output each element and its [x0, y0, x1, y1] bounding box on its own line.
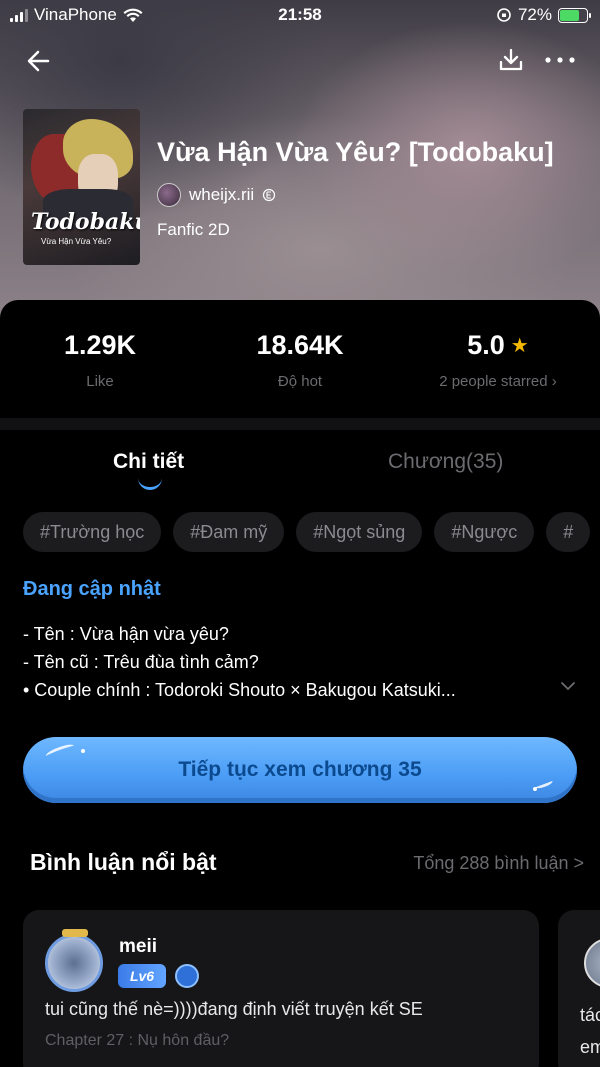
tab-chapters[interactable]: Chương(35)	[388, 450, 503, 474]
comment-text: tui cũng thế nè=))))đang định viết truyệ…	[45, 999, 423, 1019]
more-options-icon[interactable]	[544, 48, 576, 72]
author-row[interactable]: wheijx.rii	[157, 183, 276, 207]
likes-label: Like	[86, 373, 114, 390]
button-sparkle	[81, 749, 85, 753]
description-line: - Tên cũ : Trêu đùa tình cảm?	[23, 652, 259, 672]
orientation-lock-icon	[497, 8, 511, 22]
cover-subtitle: Vừa Hận Vừa Yêu?	[41, 237, 112, 246]
comment-chapter[interactable]: Chapter 27 : Nụ hôn đầu?	[45, 1032, 229, 1050]
avatar[interactable]	[45, 929, 103, 992]
battery-percent: 72%	[517, 5, 552, 24]
tag-list: #Trường học #Đam mỹ #Ngọt sủng #Ngược #	[23, 512, 600, 552]
continue-reading-label: Tiếp tục xem chương 35	[178, 758, 422, 781]
tag-item[interactable]: #Trường học	[23, 512, 162, 552]
comment-text: tác em	[580, 999, 600, 1063]
avatar-frame-crown	[62, 929, 88, 937]
button-sparkle	[533, 787, 537, 791]
status-right: 72%	[496, 5, 591, 25]
comments-total-link[interactable]: Tổng 288 bình luận >	[413, 853, 584, 874]
chevron-down-icon[interactable]	[559, 679, 577, 693]
author-avatar[interactable]	[157, 183, 181, 207]
continue-reading-button[interactable]: Tiếp tục xem chương 35	[23, 737, 577, 803]
tag-item[interactable]: #Đam mỹ	[173, 512, 285, 552]
stat-hot: 18.64K Độ hot	[200, 330, 400, 390]
book-title: Vừa Hận Vừa Yêu? [Todobaku]	[157, 137, 554, 167]
medal-badge-icon	[175, 964, 199, 988]
book-cover[interactable]: Todobaku Vừa Hận Vừa Yêu?	[23, 109, 140, 265]
description-line: - Tên : Vừa hận vừa yêu?	[23, 624, 229, 644]
update-status: Đang cập nhật	[23, 578, 161, 600]
battery-fill	[560, 9, 579, 21]
tab-details[interactable]: Chi tiết	[113, 450, 184, 474]
rating-value: 5.0	[467, 330, 505, 360]
button-highlight	[534, 778, 554, 790]
download-icon[interactable]	[497, 46, 525, 74]
comments-title: Bình luận nổi bật	[30, 849, 217, 875]
comment-card[interactable]: tác em	[558, 910, 600, 1067]
section-divider	[0, 418, 600, 430]
description: - Tên : Vừa hận vừa yêu? - Tên cũ : Trêu…	[23, 620, 456, 704]
likes-value: 1.29K	[63, 330, 137, 360]
comment-author[interactable]: meii	[119, 936, 157, 958]
description-line: • Couple chính : Todoroki Shouto × Bakug…	[23, 680, 456, 700]
comment-text-line: em	[580, 1037, 600, 1057]
stat-likes: 1.29K Like	[0, 330, 200, 390]
tag-item[interactable]: #Ngọt sủng	[296, 512, 423, 552]
comment-text-line: tác	[580, 1005, 600, 1025]
level-badge: Lv6	[118, 964, 166, 988]
back-arrow-icon[interactable]	[24, 46, 54, 76]
hot-label: Độ hot	[277, 373, 323, 390]
button-highlight	[44, 742, 76, 760]
genre-label: Fanfic 2D	[157, 220, 230, 239]
author-name[interactable]: wheijx.rii	[189, 185, 254, 205]
cover-title: Todobaku	[31, 209, 140, 235]
tag-item[interactable]: #	[546, 512, 591, 552]
verified-badge-icon	[263, 188, 276, 202]
battery-icon	[558, 7, 591, 23]
tag-item[interactable]: #Ngược	[434, 512, 535, 552]
comment-card[interactable]: meii Lv6 tui cũng thế nè=))))đang định v…	[23, 910, 539, 1067]
rating-label[interactable]: 2 people starred ›	[398, 373, 598, 390]
status-bar: VinaPhone 21:58 72%	[0, 0, 600, 30]
hot-value: 18.64K	[256, 330, 344, 360]
avatar[interactable]	[584, 938, 600, 988]
stat-rating[interactable]: 5.0 ★ 2 people starred ›	[398, 330, 598, 390]
star-icon: ★	[510, 335, 529, 357]
